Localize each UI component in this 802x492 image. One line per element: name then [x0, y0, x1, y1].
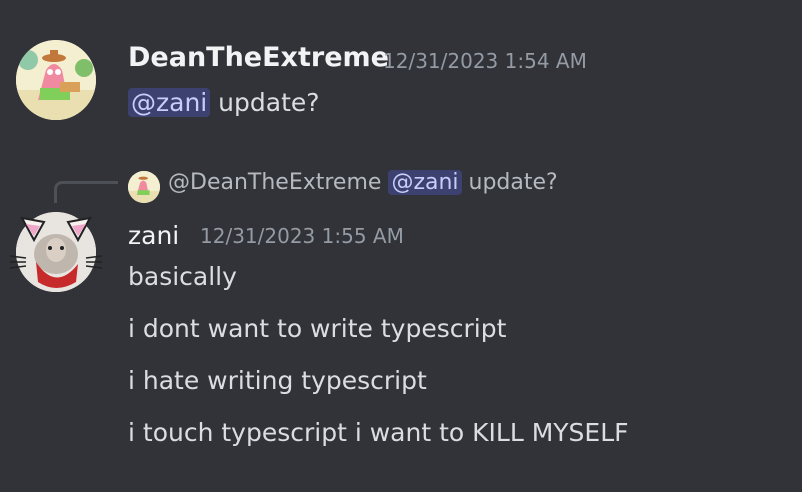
message-line: i dont want to write typescript: [128, 314, 507, 343]
cat-avatar-icon: [9, 212, 103, 292]
message-text: update?: [210, 88, 320, 117]
message-timestamp: 12/31/2023 1:54 AM: [383, 49, 587, 73]
message-timestamp: 12/31/2023 1:55 AM: [200, 224, 404, 248]
patrick-avatar-icon: [16, 40, 96, 120]
reply-mention[interactable]: @zani: [388, 170, 462, 195]
message-line: i hate writing typescript: [128, 366, 427, 395]
reply-avatar[interactable]: [128, 171, 160, 203]
user-avatar[interactable]: [16, 40, 96, 120]
reply-text: update?: [461, 170, 558, 195]
message-line: basically: [128, 262, 237, 291]
message-author[interactable]: DeanTheExtreme: [128, 42, 389, 73]
message-line: i touch typescript i want to KILL MYSELF: [128, 418, 629, 447]
reply-author[interactable]: @DeanTheExtreme: [168, 170, 381, 195]
reply-preview[interactable]: @DeanTheExtreme @zani update?: [168, 170, 558, 195]
user-mention[interactable]: @zani: [128, 88, 211, 117]
user-avatar[interactable]: [9, 212, 103, 292]
message-content: @zani update?: [128, 88, 320, 117]
patrick-avatar-icon: [128, 171, 160, 203]
message-author[interactable]: zani: [128, 221, 179, 250]
reply-spine: [54, 181, 118, 203]
